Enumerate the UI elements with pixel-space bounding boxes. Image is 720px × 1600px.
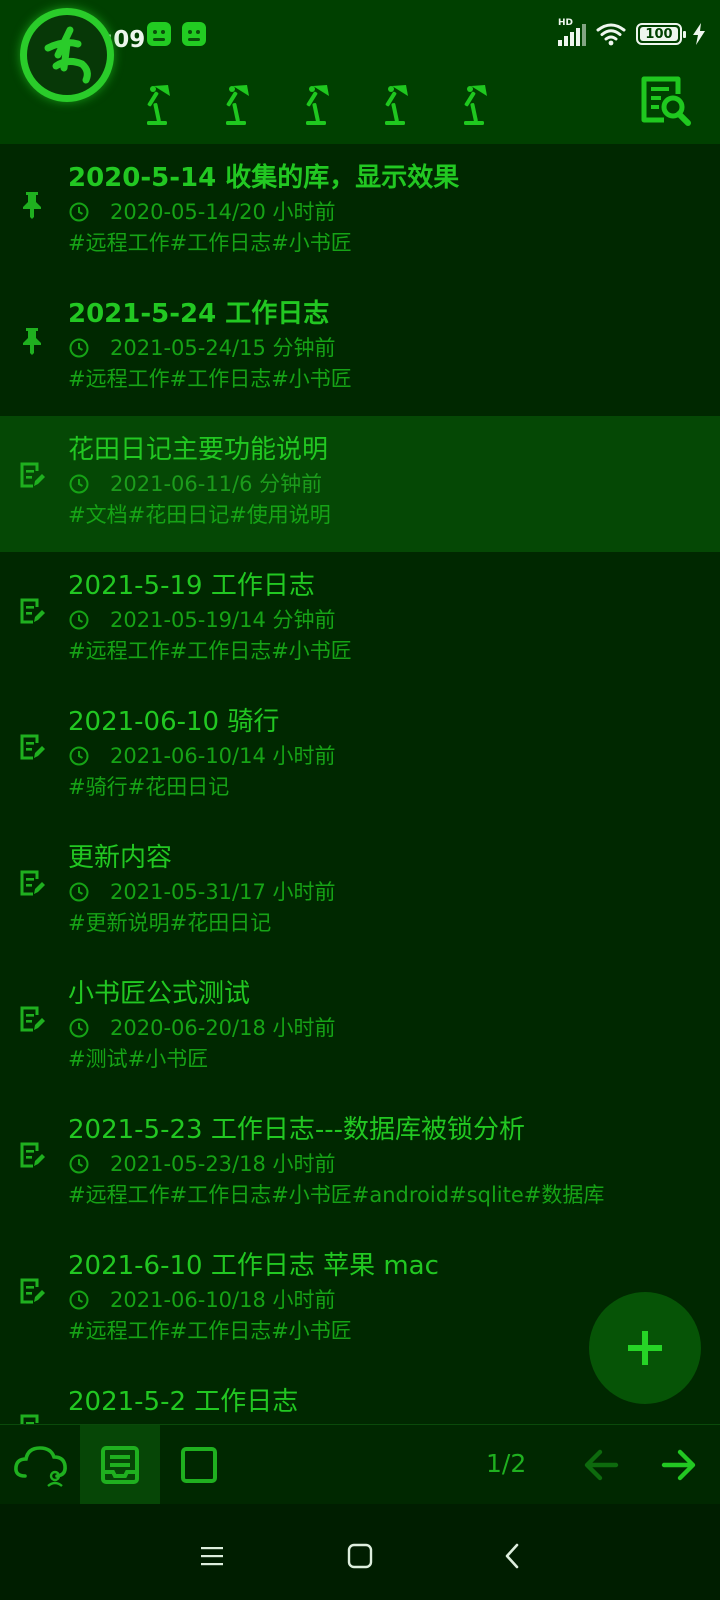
- note-time-row: 2021-06-11/6 分钟前: [68, 469, 720, 499]
- note-time: 2020-06-20/18 小时前: [110, 1016, 336, 1040]
- next-page-button[interactable]: [644, 1425, 714, 1505]
- note-tags: #远程工作#工作日志#小书匠: [68, 231, 352, 255]
- note-edit-icon: [20, 1006, 45, 1032]
- arrow-left-icon: [584, 1449, 619, 1481]
- note-time: 2021-05-31/17 小时前: [110, 880, 336, 904]
- note-time-row: 2020-05-14/20 小时前: [68, 197, 720, 227]
- note-edit-icon: [20, 598, 45, 624]
- list-item[interactable]: 2020-5-14 收集的库，显示效果 2020-05-14/20 小时前 #远…: [0, 144, 720, 280]
- note-edit-icon: [20, 1278, 45, 1304]
- desk-lamp-icon[interactable]: [295, 82, 339, 126]
- app-notification-icon: [182, 22, 206, 46]
- battery-icon: 100: [636, 23, 686, 45]
- clock-icon: [69, 746, 89, 766]
- note-tags: #远程工作#工作日志#小书匠: [68, 639, 352, 663]
- menu-button[interactable]: [188, 1532, 236, 1580]
- desk-lamp-icon[interactable]: [374, 82, 418, 126]
- note-title: 2021-6-10 工作日志 苹果 mac: [68, 1251, 439, 1281]
- note-title: 2020-5-14 收集的库，显示效果: [68, 163, 460, 193]
- note-title: 小书匠公式测试: [68, 979, 251, 1009]
- back-button[interactable]: [488, 1532, 536, 1580]
- pin-icon: [23, 192, 41, 219]
- note-tags: #测试#小书匠: [68, 1047, 209, 1071]
- note-tags: #文档#花田日记#使用说明: [68, 503, 331, 527]
- home-button[interactable]: [336, 1532, 384, 1580]
- add-icon: [628, 1331, 662, 1365]
- note-title: 2021-5-19 工作日志: [68, 571, 315, 601]
- desk-lamp-icon[interactable]: [453, 82, 497, 126]
- note-edit-icon: [20, 462, 45, 488]
- clock-icon: [69, 610, 89, 630]
- note-edit-icon: [20, 1414, 39, 1424]
- clock-icon: [69, 202, 89, 222]
- previous-page-button[interactable]: [566, 1425, 636, 1505]
- note-time: 2021-05-23/18 小时前: [110, 1152, 336, 1176]
- note-time-row: 2021-06-10/14 小时前: [68, 741, 720, 771]
- note-time-row: 2021-05-19/14 分钟前: [68, 605, 720, 635]
- note-tags: #更新说明#花田日记: [68, 911, 272, 935]
- bottom-bar: 1/2: [0, 1424, 720, 1505]
- note-tags: #远程工作#工作日志#小书匠#android#sqlite#数据库: [68, 1183, 605, 1207]
- system-navigation-bar: [0, 1504, 720, 1600]
- status-indicators: HD 100: [558, 18, 706, 50]
- note-time: 2021-05-24/15 分钟前: [110, 336, 336, 360]
- home-square-icon: [347, 1543, 373, 1569]
- list-item[interactable]: 2021-5-19 工作日志 2021-05-19/14 分钟前 #远程工作#工…: [0, 552, 720, 688]
- list-item[interactable]: 2021-06-10 骑行 2021-06-10/14 小时前 #骑行#花田日记: [0, 688, 720, 824]
- note-title: 2021-06-10 骑行: [68, 707, 280, 737]
- square-icon: [181, 1447, 217, 1483]
- desk-lamp-icon[interactable]: [215, 82, 259, 126]
- note-edit-icon: [20, 734, 45, 760]
- app-screen: 上午9:09 HD 100: [0, 0, 720, 1600]
- battery-level: 100: [640, 27, 678, 42]
- note-time: 2021-05-19/14 分钟前: [110, 608, 336, 632]
- clock-icon: [69, 474, 89, 494]
- add-note-button[interactable]: [589, 1292, 701, 1404]
- list-item[interactable]: 小书匠公式测试 2020-06-20/18 小时前 #测试#小书匠: [0, 960, 720, 1096]
- note-time-row: 2020-06-20/18 小时前: [68, 1013, 720, 1043]
- note-time: 2021-06-10/18 小时前: [110, 1288, 336, 1312]
- wifi-icon: [596, 23, 626, 46]
- app-notification-icon: [147, 22, 171, 46]
- menu-icon: [201, 1547, 223, 1566]
- cellular-signal-icon: HD: [558, 18, 586, 46]
- list-item-selected[interactable]: 花田日记主要功能说明 2021-06-11/6 分钟前 #文档#花田日记#使用说…: [0, 416, 720, 552]
- list-item[interactable]: 2021-5-24 工作日志 2021-05-24/15 分钟前 #远程工作#工…: [0, 280, 720, 416]
- clock-icon: [69, 882, 89, 902]
- notes-tab-button[interactable]: [80, 1425, 160, 1505]
- note-edit-icon: [20, 870, 45, 896]
- note-time: 2021-06-10/14 小时前: [110, 744, 336, 768]
- note-time-row: 2021-05-31/17 小时前: [68, 877, 720, 907]
- note-time-row: 2021-05-23/18 小时前: [68, 1149, 720, 1179]
- clock-icon: [69, 1154, 89, 1174]
- page-counter: 1/2: [486, 1449, 527, 1478]
- back-chevron-icon: [505, 1543, 519, 1569]
- clock-icon: [69, 1290, 89, 1310]
- note-title: 2021-5-24 工作日志: [68, 299, 330, 329]
- list-item[interactable]: 2021-5-23 工作日志---数据库被锁分析 2021-05-23/18 小…: [0, 1096, 720, 1232]
- charging-icon: [693, 23, 705, 45]
- notes-inbox-icon: [101, 1446, 139, 1484]
- list-item[interactable]: 更新内容 2021-05-31/17 小时前 #更新说明#花田日记: [0, 824, 720, 960]
- desk-lamp-icon[interactable]: [136, 82, 180, 126]
- note-time: 2020-05-14/20 小时前: [110, 200, 336, 224]
- note-title: 更新内容: [68, 843, 173, 873]
- note-title: 2021-5-23 工作日志---数据库被锁分析: [68, 1115, 525, 1145]
- cloud-sync-icon: [14, 1446, 67, 1487]
- document-search-icon[interactable]: [638, 74, 692, 128]
- note-list: 2020-5-14 收集的库，显示效果 2020-05-14/20 小时前 #远…: [0, 144, 720, 1424]
- pin-icon: [23, 328, 41, 355]
- cloud-sync-button[interactable]: [6, 1425, 76, 1505]
- arrow-right-icon: [661, 1449, 696, 1481]
- note-title: 花田日记主要功能说明: [68, 435, 329, 465]
- select-mode-button[interactable]: [164, 1425, 234, 1505]
- note-time-row: 2021-05-24/15 分钟前: [68, 333, 720, 363]
- app-logo-icon[interactable]: [20, 8, 114, 102]
- clock-icon: [69, 338, 89, 358]
- clock-icon: [69, 1018, 89, 1038]
- note-time: 2021-06-11/6 分钟前: [110, 472, 323, 496]
- note-tags: #骑行#花田日记: [68, 775, 230, 799]
- note-edit-icon: [20, 1142, 45, 1168]
- note-tags: #远程工作#工作日志#小书匠: [68, 367, 352, 391]
